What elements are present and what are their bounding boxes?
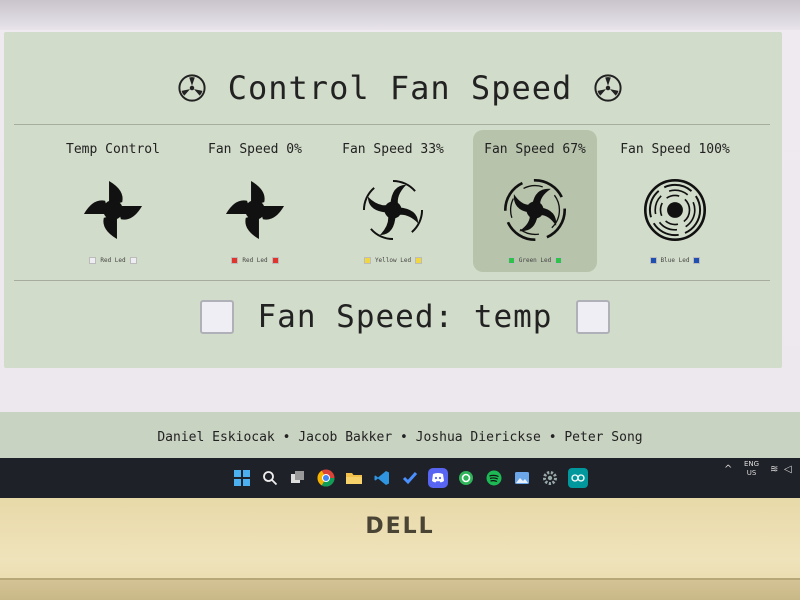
region-code: US	[746, 469, 757, 477]
vscode-icon[interactable]	[372, 468, 392, 488]
fan-four-blade-icon	[83, 180, 143, 240]
divider	[14, 124, 770, 125]
screen-top-shade	[0, 0, 800, 30]
status-led-indicator	[200, 300, 234, 334]
led-label: Green Led	[518, 257, 552, 264]
todo-icon[interactable]	[400, 468, 420, 488]
led-square	[649, 257, 657, 264]
spotify-icon[interactable]	[484, 468, 504, 488]
mode-label: Temp Control	[66, 142, 160, 157]
mode-card-fan-speed-100[interactable]: Fan Speed 100% Blue Led	[613, 130, 737, 272]
led-square	[555, 257, 563, 264]
language-code: ENG	[744, 460, 760, 468]
led-indicator: Yellow Led	[363, 257, 423, 264]
led-indicator: Red Led	[89, 257, 137, 264]
wifi-icon[interactable]: ≋	[770, 464, 778, 475]
led-label: Yellow Led	[374, 257, 412, 264]
led-indicator: Green Led	[507, 257, 563, 264]
monitor-screen: Control Fan Speed Temp Control Red Led F…	[0, 0, 800, 498]
led-label: Red Led	[242, 257, 268, 264]
led-square	[693, 257, 701, 264]
file-explorer-icon[interactable]	[344, 468, 364, 488]
status-text: Fan Speed: temp	[257, 299, 553, 335]
mode-label: Fan Speed 100%	[620, 142, 730, 157]
volume-icon[interactable]: ◁	[784, 464, 792, 475]
led-indicator: Red Led	[231, 257, 279, 264]
led-square	[363, 257, 371, 264]
led-square	[231, 257, 239, 264]
arduino-icon[interactable]	[568, 468, 588, 488]
led-indicator: Blue Led	[649, 257, 701, 264]
mode-card-fan-speed-33[interactable]: Fan Speed 33% Yellow Led	[331, 130, 455, 272]
fan-four-blade-icon	[225, 180, 285, 240]
language-indicator[interactable]: ENG US	[744, 460, 759, 478]
mode-label: Fan Speed 33%	[342, 142, 444, 157]
mode-label: Fan Speed 0%	[208, 142, 302, 157]
led-square	[129, 257, 137, 264]
credits: Daniel Eskiocak • Jacob Bakker • Joshua …	[157, 430, 643, 445]
system-tray: ^ ENG US ≋ ◁	[720, 460, 800, 490]
chrome-icon[interactable]	[316, 468, 336, 488]
mode-label: Fan Speed 67%	[484, 142, 586, 157]
fan-spinning-slow-icon	[362, 179, 424, 241]
settings-icon[interactable]	[540, 468, 560, 488]
fan-spinning-fast-icon	[643, 178, 707, 242]
status-led-indicator	[576, 300, 610, 334]
laptop-brand-logo: DELL	[365, 514, 435, 539]
mode-card-fan-speed-67[interactable]: Fan Speed 67% Green Led	[473, 130, 597, 272]
fan-icon	[178, 74, 206, 102]
led-label: Red Led	[100, 257, 126, 264]
laptop-hinge	[0, 578, 800, 600]
divider	[14, 280, 770, 281]
taskbar-apps	[232, 468, 588, 488]
task-view-icon[interactable]	[288, 468, 308, 488]
windows-start-icon[interactable]	[232, 468, 252, 488]
led-square	[415, 257, 423, 264]
discord-icon[interactable]	[428, 468, 448, 488]
led-square	[507, 257, 515, 264]
mode-card-fan-speed-0[interactable]: Fan Speed 0% Red Led	[193, 130, 317, 272]
fan-spinning-medium-icon	[503, 178, 567, 242]
led-label: Blue Led	[660, 257, 690, 264]
chevron-up-icon[interactable]: ^	[724, 464, 732, 475]
search-icon[interactable]	[260, 468, 280, 488]
mode-card-temp-control[interactable]: Temp Control Red Led	[51, 130, 175, 272]
title-text: Control Fan Speed	[227, 69, 573, 107]
photos-icon[interactable]	[512, 468, 532, 488]
app-icon[interactable]	[456, 468, 476, 488]
page-title: Control Fan Speed	[0, 66, 800, 110]
led-square	[271, 257, 279, 264]
fan-speed-status: Fan Speed: temp	[200, 296, 610, 338]
fan-icon	[594, 74, 622, 102]
led-square	[89, 257, 97, 264]
